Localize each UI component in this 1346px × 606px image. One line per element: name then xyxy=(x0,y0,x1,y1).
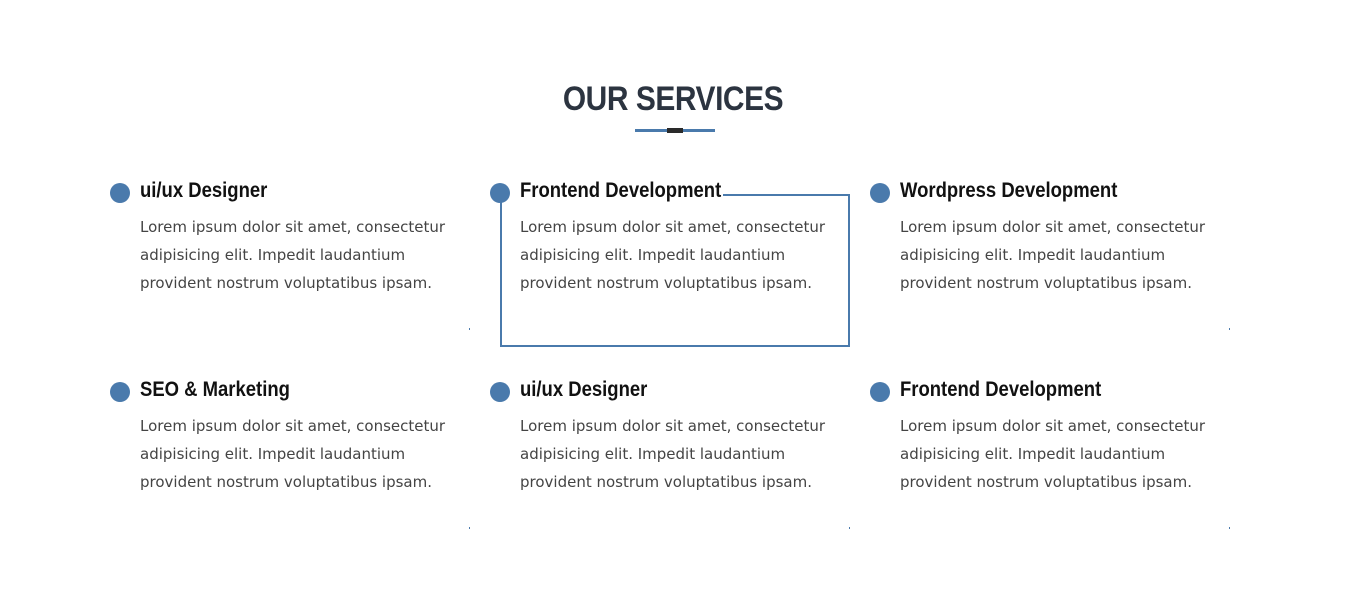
service-description: Lorem ipsum dolor sit amet, consectetur … xyxy=(520,218,826,292)
service-title: Frontend Development xyxy=(520,179,722,202)
service-description: Lorem ipsum dolor sit amet, consectetur … xyxy=(900,417,1206,491)
corner-mark xyxy=(1229,328,1230,330)
bullet-dot-icon xyxy=(870,183,890,203)
service-title: SEO & Marketing xyxy=(140,378,290,401)
bullet-dot-icon xyxy=(110,382,130,402)
service-card-frontend-development[interactable]: Frontend Development Lorem ipsum dolor s… xyxy=(490,169,850,329)
corner-mark xyxy=(1229,527,1230,529)
service-title: ui/ux Designer xyxy=(140,179,268,202)
service-description: Lorem ipsum dolor sit amet, consectetur … xyxy=(140,417,446,491)
corner-mark xyxy=(849,527,850,529)
service-card-seo-marketing[interactable]: SEO & Marketing Lorem ipsum dolor sit am… xyxy=(110,368,470,529)
corner-mark xyxy=(469,328,470,330)
service-title: ui/ux Designer xyxy=(520,378,648,401)
bullet-dot-icon xyxy=(870,382,890,402)
service-description: Lorem ipsum dolor sit amet, consectetur … xyxy=(520,417,826,491)
bullet-dot-icon xyxy=(490,183,510,203)
service-title: Frontend Development xyxy=(900,378,1102,401)
corner-mark xyxy=(469,527,470,529)
service-description: Lorem ipsum dolor sit amet, consectetur … xyxy=(140,218,446,292)
service-card-frontend-development-2[interactable]: Frontend Development Lorem ipsum dolor s… xyxy=(870,368,1230,529)
service-card-ui-ux-designer[interactable]: ui/ux Designer Lorem ipsum dolor sit ame… xyxy=(110,169,470,330)
bullet-dot-icon xyxy=(490,382,510,402)
title-underline-mark xyxy=(667,128,683,133)
service-title: Wordpress Development xyxy=(900,179,1118,202)
service-card-wordpress-development[interactable]: Wordpress Development Lorem ipsum dolor … xyxy=(870,169,1230,330)
service-description: Lorem ipsum dolor sit amet, consectetur … xyxy=(900,218,1206,292)
bullet-dot-icon xyxy=(110,183,130,203)
section-title: OUR SERVICES xyxy=(562,80,784,118)
service-card-ui-ux-designer-2[interactable]: ui/ux Designer Lorem ipsum dolor sit ame… xyxy=(490,368,850,529)
